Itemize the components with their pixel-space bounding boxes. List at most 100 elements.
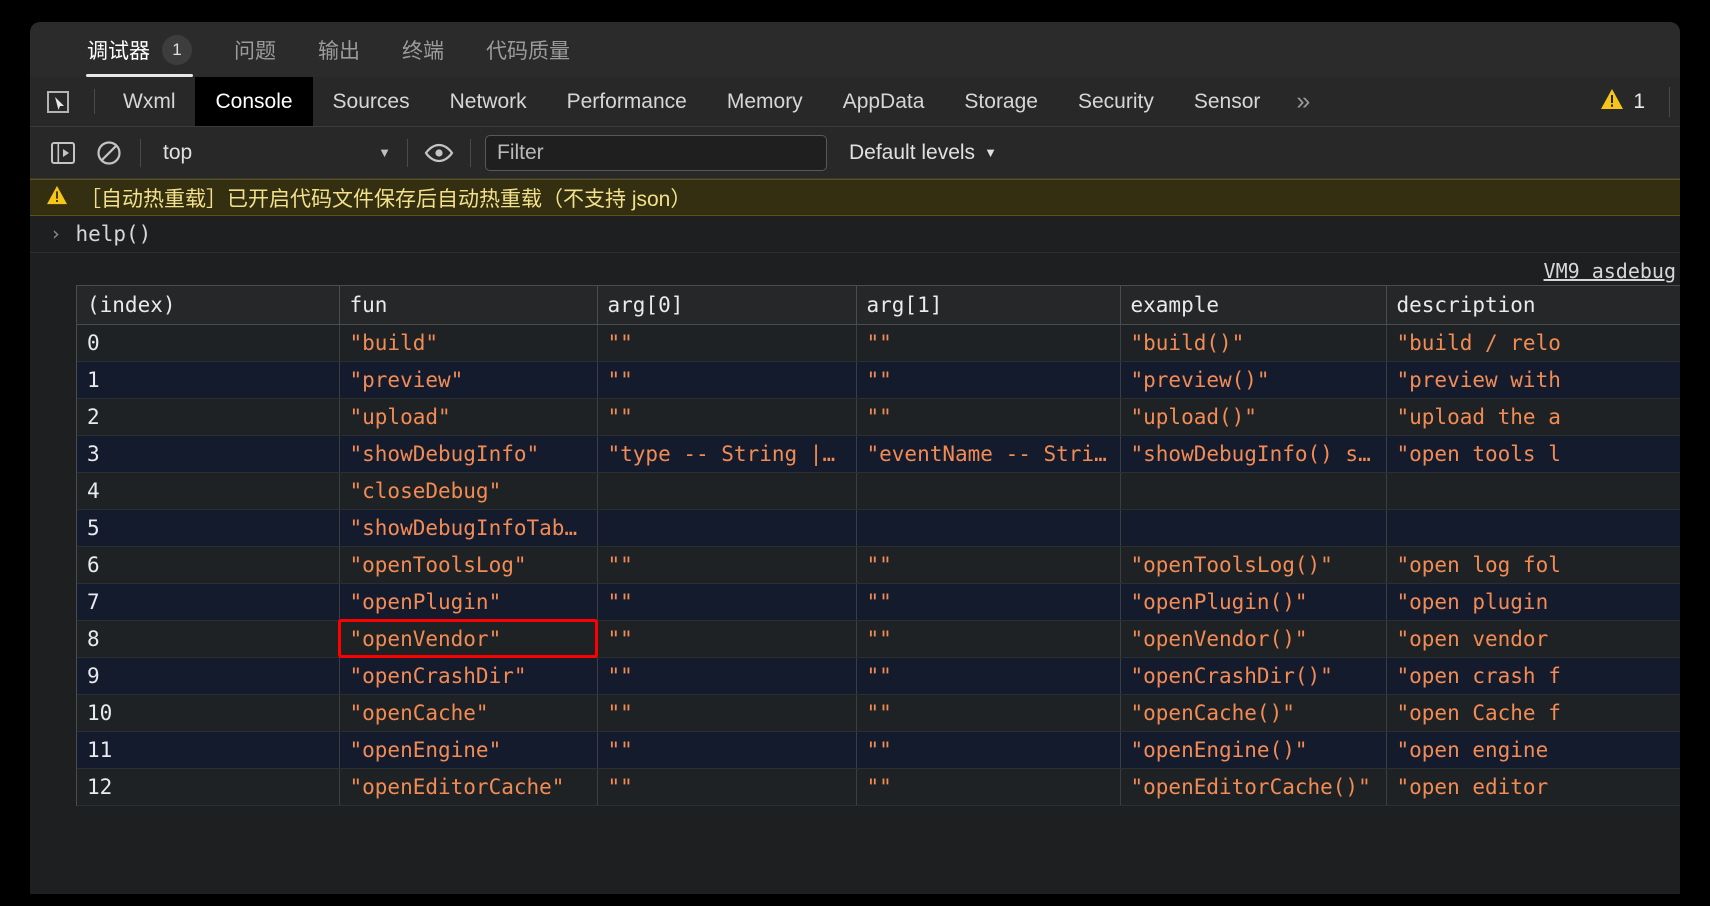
- table-cell-arg1: "": [856, 583, 1121, 621]
- table-cell-index: 5: [77, 509, 340, 547]
- console-input-echo: › help(): [30, 216, 1680, 253]
- table-cell-description: "preview with: [1386, 361, 1680, 399]
- log-levels-label: Default levels: [849, 140, 976, 164]
- devtools-tab-wxml[interactable]: Wxml: [103, 77, 195, 126]
- live-expression-eye-icon[interactable]: [416, 130, 462, 176]
- table-row[interactable]: 11 "openEngine" "" "" "openEngine()" "open en…: [77, 731, 1680, 769]
- table-cell-fun: "openToolsLog": [339, 546, 598, 584]
- table-cell-description: "open log fol: [1386, 546, 1680, 584]
- table-row[interactable]: 4 "closeDebug": [77, 472, 1680, 510]
- execution-context-select[interactable]: top ▼: [149, 136, 399, 170]
- table-cell-description: "open editor: [1386, 768, 1680, 806]
- table-row[interactable]: 6 "openToolsLog" "" "" "openToolsLog()" "open…: [77, 546, 1680, 584]
- devtools-tab-console[interactable]: Console: [195, 77, 313, 126]
- ide-tab-strip: 调试器 1 问题 输出 终端 代码质量: [30, 22, 1680, 77]
- table-cell-example: "openPlugin()": [1120, 583, 1387, 621]
- table-cell-fun: "openVendor": [339, 620, 598, 658]
- table-cell-description: "open plugin: [1386, 583, 1680, 621]
- ide-tab-label: 终端: [402, 39, 444, 63]
- warning-count-badge[interactable]: 1: [1600, 88, 1645, 116]
- table-cell-index: 6: [77, 546, 340, 584]
- table-cell-arg1: [856, 509, 1121, 547]
- ide-tab-4[interactable]: 代码质量: [465, 22, 591, 77]
- table-cell-example: [1120, 472, 1387, 510]
- ide-tab-label: 代码质量: [486, 39, 570, 63]
- clear-console-icon[interactable]: [86, 130, 132, 176]
- inspect-element-icon[interactable]: [30, 77, 86, 126]
- table-cell-index: 8: [77, 620, 340, 658]
- source-location-link[interactable]: VM9 asdebug: [30, 253, 1680, 285]
- table-cell-arg1: "eventName -- Strin…: [856, 435, 1121, 473]
- table-cell-arg0: [597, 509, 857, 547]
- table-cell-description: "build / relo: [1386, 324, 1680, 362]
- table-cell-arg1: "": [856, 768, 1121, 806]
- table-row[interactable]: 3 "showDebugInfo" "type -- String ||… "even…: [77, 435, 1680, 473]
- filter-input[interactable]: [485, 134, 827, 171]
- devtools-tab-sources[interactable]: Sources: [313, 77, 430, 126]
- table-cell-fun: "openCrashDir": [339, 657, 598, 695]
- table-cell-fun: "openPlugin": [339, 583, 598, 621]
- table-cell-index: 7: [77, 583, 340, 621]
- chevron-double-right-icon[interactable]: »: [1280, 77, 1326, 126]
- table-cell-index: 4: [77, 472, 340, 510]
- table-cell-arg0: "": [597, 546, 857, 584]
- table-row[interactable]: 8 "openVendor" "" "" "openVendor()" "open ven…: [77, 620, 1680, 658]
- table-cell-arg1: "": [856, 361, 1121, 399]
- ide-tab-1[interactable]: 问题: [213, 22, 297, 77]
- chevron-down-icon: ▼: [984, 145, 997, 160]
- table-column-header[interactable]: example: [1120, 286, 1387, 325]
- ide-tab-label: 问题: [234, 39, 276, 63]
- table-row[interactable]: 7 "openPlugin" "" "" "openPlugin()" "open plu…: [77, 583, 1680, 621]
- ide-tab-badge: 1: [162, 34, 192, 65]
- table-row[interactable]: 0 "build" "" "" "build()" "build / relo: [77, 324, 1680, 362]
- table-cell-arg0: "": [597, 694, 857, 732]
- source-location-label: VM9 asdebug: [1543, 259, 1676, 283]
- prompt-chevron-icon: ›: [50, 223, 62, 245]
- table-row[interactable]: 2 "upload" "" "" "upload()" "upload the a: [77, 398, 1680, 436]
- table-cell-arg1: "": [856, 731, 1121, 769]
- table-row[interactable]: 1 "preview" "" "" "preview()" "preview with: [77, 361, 1680, 399]
- toolbar-divider: [470, 138, 471, 167]
- devtools-tab-security[interactable]: Security: [1058, 77, 1174, 126]
- execution-context-label: top: [163, 140, 193, 164]
- warning-triangle-icon: [46, 185, 68, 211]
- table-row[interactable]: 5 "showDebugInfoTabl…: [77, 509, 1680, 547]
- ide-tab-2[interactable]: 输出: [297, 22, 381, 77]
- table-column-header[interactable]: arg[0]: [597, 286, 857, 325]
- table-cell-fun: "preview": [339, 361, 598, 399]
- ide-tab-0[interactable]: 调试器 1: [66, 22, 213, 77]
- table-column-header[interactable]: arg[1]: [856, 286, 1121, 325]
- log-levels-select[interactable]: Default levels ▼: [849, 141, 997, 165]
- table-row[interactable]: 9 "openCrashDir" "" "" "openCrashDir()" "open…: [77, 657, 1680, 695]
- table-column-header[interactable]: description: [1386, 286, 1680, 325]
- table-row[interactable]: 12 "openEditorCache" "" "" "openEditorCache(…: [77, 768, 1680, 806]
- table-column-header[interactable]: fun: [339, 286, 598, 325]
- table-cell-description: [1386, 509, 1680, 547]
- table-cell-fun: "showDebugInfoTabl…: [339, 509, 598, 547]
- ide-tab-3[interactable]: 终端: [381, 22, 465, 77]
- table-cell-fun: "openEngine": [339, 731, 598, 769]
- ide-tab-label: 输出: [318, 39, 360, 63]
- devtools-tab-sensor[interactable]: Sensor: [1174, 77, 1281, 126]
- table-body: 0 "build" "" "" "build()" "build / relo 1 "prev…: [77, 324, 1680, 806]
- devtools-tab-performance[interactable]: Performance: [547, 77, 707, 126]
- table-column-header[interactable]: (index): [77, 286, 340, 325]
- table-cell-example: "openEngine()": [1120, 731, 1387, 769]
- warning-triangle-icon: [1600, 88, 1624, 116]
- table-cell-example: "openEditorCache()": [1120, 768, 1387, 806]
- show-console-sidebar-icon[interactable]: [40, 130, 86, 176]
- table-cell-index: 0: [77, 324, 340, 362]
- devtools-tab-appdata[interactable]: AppData: [823, 77, 945, 126]
- status-divider: [1669, 86, 1670, 117]
- table-row[interactable]: 10 "openCache" "" "" "openCache()" "open Cach…: [77, 694, 1680, 732]
- devtools-tab-memory[interactable]: Memory: [707, 77, 823, 126]
- devtools-tab-storage[interactable]: Storage: [944, 77, 1058, 126]
- devtools-tab-network[interactable]: Network: [430, 77, 547, 126]
- devtools-window: 调试器 1 问题 输出 终端 代码质量 Wxml Console Sources Network…: [30, 22, 1680, 894]
- table-cell-arg1: "": [856, 657, 1121, 695]
- console-warning-message: ［自动热重载］已开启代码文件保存后自动热重载（不支持 json）: [30, 179, 1680, 216]
- devtools-panel: Wxml Console Sources Network Performance Memo…: [30, 77, 1680, 894]
- table-cell-example: "showDebugInfo() s…: [1120, 435, 1387, 473]
- table-cell-arg1: "": [856, 324, 1121, 362]
- table-cell-arg0: "": [597, 620, 857, 658]
